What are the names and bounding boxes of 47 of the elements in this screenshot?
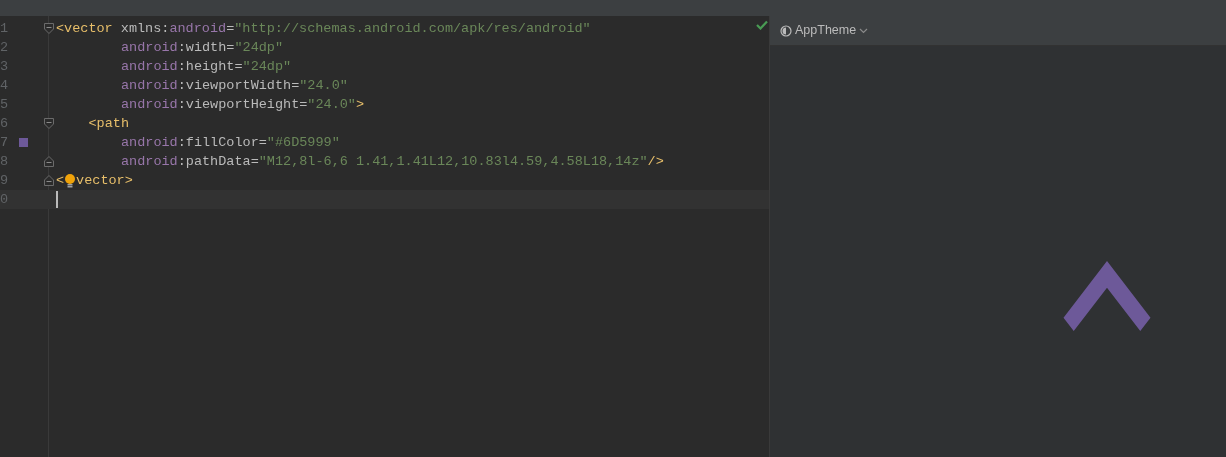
- code-token: :viewportWidth=: [177, 77, 300, 95]
- half-circle-icon: [780, 24, 792, 37]
- code-token: android: [121, 96, 178, 114]
- code-token: xmlns:: [120, 20, 170, 38]
- line-number: 9: [0, 172, 9, 190]
- theme-button[interactable]: AppTheme: [780, 21, 869, 40]
- fold-icon[interactable]: [44, 175, 54, 186]
- code-token: />: [647, 153, 664, 171]
- code-token: android: [121, 58, 178, 76]
- fold-icon[interactable]: [44, 23, 54, 34]
- code-token: <vector: [56, 20, 114, 38]
- color-swatch[interactable]: [19, 138, 28, 147]
- line-number: 3: [0, 58, 9, 76]
- code-token: android: [121, 77, 178, 95]
- code-token: :pathData=: [177, 153, 259, 171]
- code-token: :height=: [177, 58, 243, 76]
- line-number: 5: [0, 96, 9, 114]
- code-token: <: [56, 172, 65, 190]
- code-token: android: [169, 20, 227, 38]
- code-token: <path: [88, 115, 129, 133]
- line-number: 1: [0, 20, 9, 38]
- code-token: "24.0": [307, 96, 356, 114]
- line-number: 6: [0, 115, 9, 133]
- code-token: android: [121, 134, 178, 152]
- code-token: "24.0": [299, 77, 348, 95]
- fold-icon[interactable]: [44, 156, 54, 167]
- code-token: vector>: [76, 172, 133, 190]
- code-token: :fillColor=: [177, 134, 267, 152]
- code-token: "M12,8l-6,6 1.41,1.41L12,10.83l4.59,4.58L18,14z": [258, 153, 648, 171]
- code-token: >: [355, 96, 365, 114]
- line-number: 4: [0, 77, 9, 95]
- code-token: android: [121, 153, 178, 171]
- code-token: android: [121, 39, 178, 57]
- code-token: "#6D5999": [266, 134, 340, 152]
- line-number: 2: [0, 39, 9, 57]
- line-number: 7: [0, 134, 9, 152]
- text-cursor: [56, 191, 58, 208]
- fold-icon[interactable]: [44, 118, 54, 129]
- lightbulb-icon[interactable]: [64, 173, 77, 188]
- code-token: "24dp": [234, 39, 284, 57]
- code-token: :viewportHeight=: [177, 96, 308, 114]
- code-token: "http://schemas.android.com/apk/res/android": [234, 20, 591, 38]
- code-token: =: [226, 20, 235, 38]
- code-token: :width=: [177, 39, 235, 57]
- line-number: 8: [0, 153, 9, 171]
- code-token: "24dp": [242, 58, 292, 76]
- caret-icon: [859, 27, 869, 34]
